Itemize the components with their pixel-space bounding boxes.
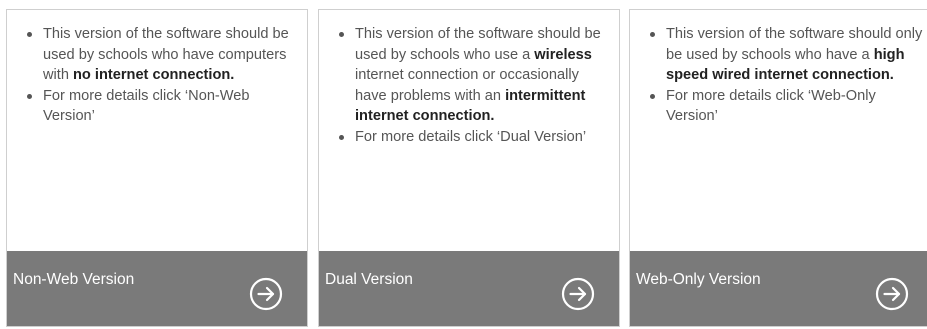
details-hint-text: For more details click ‘Web-Only Version… xyxy=(666,87,876,125)
arrow-right-circle-icon[interactable] xyxy=(561,277,595,311)
card-description-list: This version of the software should be u… xyxy=(339,24,613,148)
arrow-right-circle-icon[interactable] xyxy=(249,277,283,311)
card-description-item: This version of the software should only… xyxy=(650,24,923,86)
card-details-hint: For more details click ‘Web-Only Version… xyxy=(650,86,923,127)
card-dual-version: This version of the software should be u… xyxy=(318,9,620,327)
details-hint-text: For more details click ‘Dual Version’ xyxy=(355,128,587,145)
footer-label: Dual Version xyxy=(325,271,413,288)
footer-label: Web-Only Version xyxy=(636,271,761,288)
web-only-version-button[interactable]: Web-Only Version xyxy=(630,251,927,326)
non-web-version-button[interactable]: Non-Web Version xyxy=(7,251,307,326)
description-emphasis: no internet connection. xyxy=(73,67,235,83)
arrow-right-circle-icon[interactable] xyxy=(875,277,909,311)
card-description-list: This version of the software should only… xyxy=(650,24,923,127)
description-emphasis: wireless xyxy=(534,46,592,63)
card-web-only-version: This version of the software should only… xyxy=(629,9,927,327)
card-description-item: This version of the software should be u… xyxy=(339,24,613,127)
version-selector: This version of the software should be u… xyxy=(0,0,927,329)
card-details-hint: For more details click ‘Non-Web Version’ xyxy=(27,86,301,127)
card-description-item: This version of the software should be u… xyxy=(27,24,301,86)
card-description-list: This version of the software should be u… xyxy=(27,24,301,127)
card-non-web-version: This version of the software should be u… xyxy=(6,9,308,327)
footer-label: Non-Web Version xyxy=(13,271,135,288)
details-hint-text: For more details click ‘Non-Web Version’ xyxy=(43,87,250,125)
card-details-hint: For more details click ‘Dual Version’ xyxy=(339,127,613,148)
dual-version-button[interactable]: Dual Version xyxy=(319,251,619,326)
